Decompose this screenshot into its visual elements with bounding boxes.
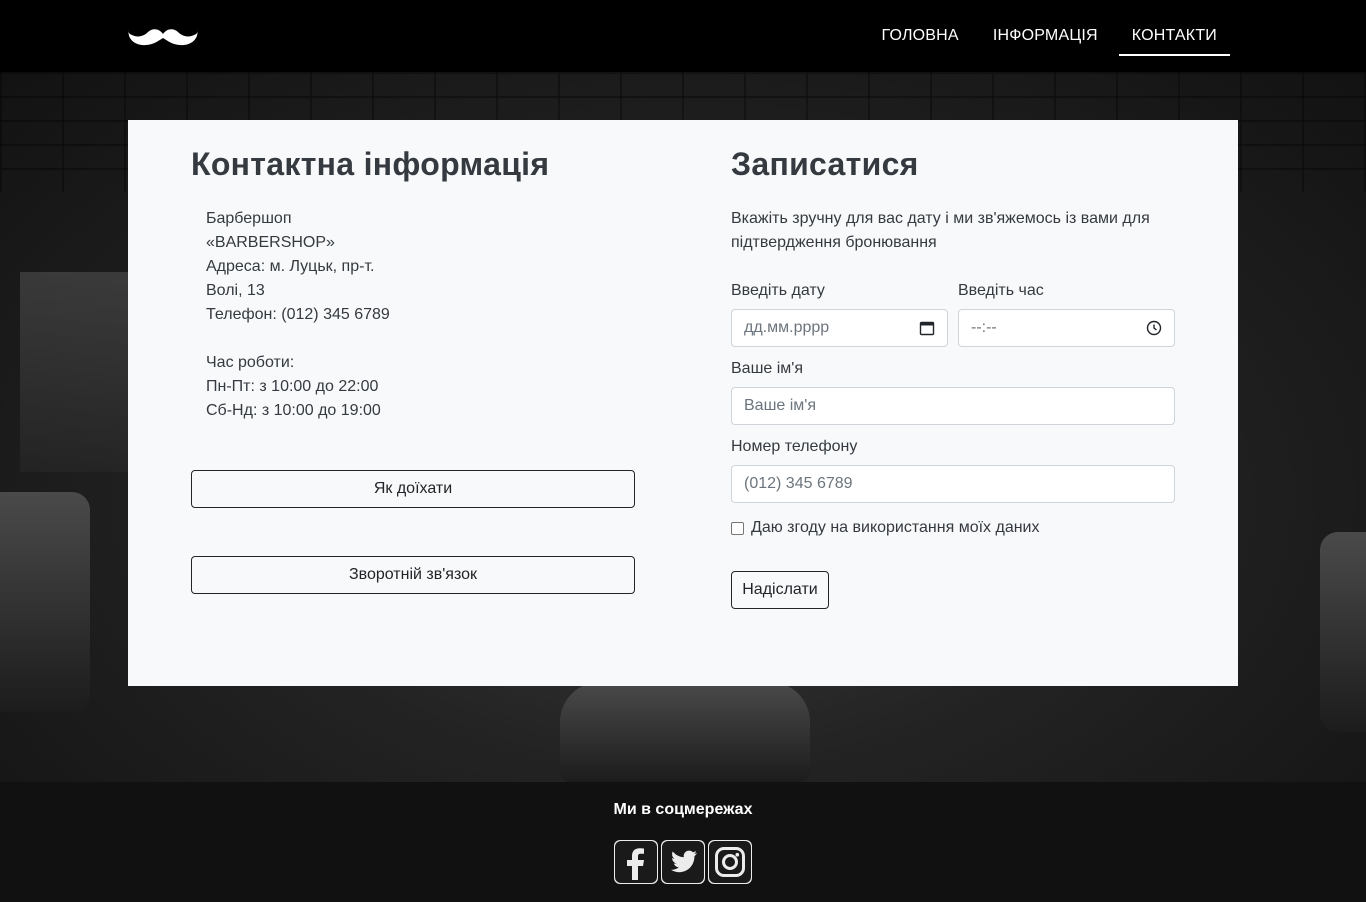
instagram-icon[interactable] [708,840,752,884]
time-placeholder: --:-- [971,319,997,336]
social-links [614,840,752,884]
contact-address-line: Волі, 13 [206,282,265,299]
facebook-icon[interactable] [614,840,658,884]
date-label: Введіть дату [731,282,825,299]
footer-title: Ми в соцмережах [613,801,753,818]
phone-placeholder: (012) 345 6789 [744,475,853,492]
contact-line: Барбершоп [206,210,292,227]
consent-label[interactable]: Даю згоду на використання моїх даних [751,519,1039,537]
clock-icon[interactable] [1146,320,1162,336]
time-group: Введіть час --:-- [958,279,1175,347]
contact-title: Контактна інформація [191,146,550,182]
consent-checkbox[interactable] [731,521,744,535]
phone-input[interactable]: (012) 345 6789 [731,465,1175,503]
nav-contacts[interactable]: КОНТАКТИ [1118,0,1230,56]
date-placeholder: дд.мм.рррр [744,319,830,336]
submit-button[interactable]: Надіслати [731,571,829,609]
mustache-logo-icon[interactable] [128,26,198,50]
date-group: Введіть дату дд.мм.рррр [731,279,948,347]
name-group: Ваше ім'я Ваше ім'я [731,357,1175,425]
directions-button[interactable]: Як доїхати [191,470,635,508]
consent-row: Даю згоду на використання моїх даних [731,519,1175,537]
contact-info-column: Контактна інформація Барбершоп «BARBERSH… [191,144,635,594]
name-placeholder: Ваше ім'я [744,397,817,414]
booking-title: Записатися [731,146,919,182]
nav-info[interactable]: ІНФОРМАЦІЯ [980,0,1111,56]
contact-card: Контактна інформація Барбершоп «BARBERSH… [128,120,1238,686]
contact-details: Барбершоп «BARBERSHOP» Адреса: м. Луцьк,… [206,207,635,423]
feedback-button[interactable]: Зворотній зв'язок [191,556,635,594]
name-label: Ваше ім'я [731,360,804,377]
hours-weekend: Сб-Нд: з 10:00 до 19:00 [206,402,381,419]
date-input[interactable]: дд.мм.рррр [731,309,948,347]
barber-chair-image [0,492,90,712]
time-label: Введіть час [958,282,1044,299]
booking-form: Записатися Вкажіть зручну для вас дату і… [731,144,1175,609]
nav-home[interactable]: ГОЛОВНА [869,0,972,56]
calendar-icon[interactable] [919,320,935,336]
twitter-icon[interactable] [661,840,705,884]
name-input[interactable]: Ваше ім'я [731,387,1175,425]
footer: Ми в соцмережах [0,782,1366,902]
contact-phone-line: Телефон: (012) 345 6789 [206,306,390,323]
contact-line: «BARBERSHOP» [206,234,335,251]
navbar: ГОЛОВНА ІНФОРМАЦІЯ КОНТАКТИ [0,0,1366,72]
hours-weekdays: Пн-Пт: з 10:00 до 22:00 [206,378,379,395]
phone-label: Номер телефону [731,438,858,455]
main-nav: ГОЛОВНА ІНФОРМАЦІЯ КОНТАКТИ [861,0,1230,72]
barber-chair-image [560,682,810,782]
contact-address-line: Адреса: м. Луцьк, пр-т. [206,258,375,275]
barber-chair-image [1320,532,1366,732]
date-time-row: Введіть дату дд.мм.рррр Введіть час --:-… [731,279,1175,347]
hours-title: Час роботи: [206,354,295,371]
booking-description: Вкажіть зручну для вас дату і ми зв'яжем… [731,210,1150,251]
time-input[interactable]: --:-- [958,309,1175,347]
background-window [20,272,140,472]
phone-group: Номер телефону (012) 345 6789 [731,435,1175,503]
